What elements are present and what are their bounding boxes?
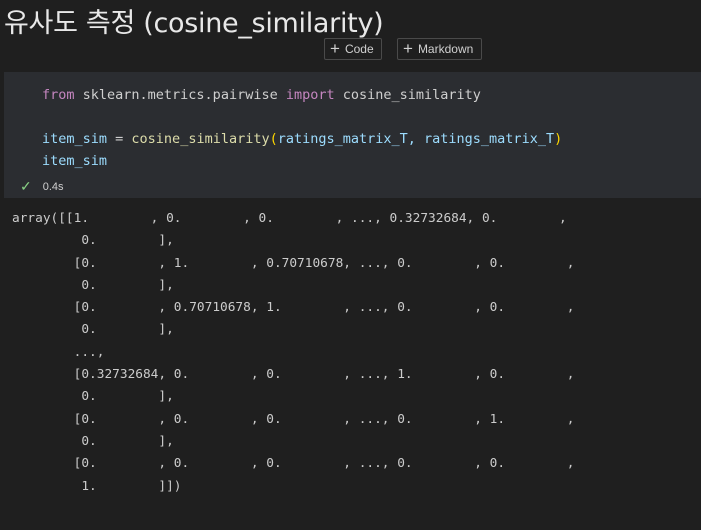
keyword-from: from [42, 87, 75, 103]
imported-name: cosine_similarity [334, 87, 481, 103]
plus-icon: + [403, 39, 413, 58]
keyword-import: import [285, 87, 335, 103]
execution-status: ✓ 0.4s [20, 178, 64, 195]
output-line: [0. , 0.70710678, 1. , ..., 0. , 0. , [12, 300, 575, 316]
function-call: cosine_similarity [131, 131, 270, 147]
code-editor[interactable]: from sklearn.metrics.pairwise import cos… [42, 84, 562, 172]
output-line: 0. ], [12, 433, 174, 449]
code-line-2: item_sim = cosine_similarity(ratings_mat… [42, 128, 562, 150]
code-line-1: from sklearn.metrics.pairwise import cos… [42, 84, 562, 106]
assign-operator: = [107, 131, 132, 147]
execution-duration: 0.4s [42, 180, 64, 193]
output-line: array([[1. , 0. , 0. , ..., 0.32732684, … [12, 211, 567, 226]
open-paren: ( [269, 131, 278, 147]
add-code-label: Code [344, 42, 374, 56]
add-markdown-label: Markdown [417, 42, 474, 56]
variable-item-sim: item_sim [42, 131, 108, 147]
output-line: [0. , 0. , 0. , ..., 0. , 0. , [12, 456, 575, 472]
close-paren: ) [554, 131, 563, 147]
output-line: ..., [12, 344, 105, 360]
add-markdown-cell-button[interactable]: + Markdown [397, 38, 482, 60]
function-args: ratings_matrix_T, ratings_matrix_T [277, 131, 555, 147]
output-line: 0. ], [12, 389, 174, 405]
add-code-cell-button[interactable]: + Code [324, 38, 382, 60]
code-line-3: item_sim [42, 153, 108, 169]
output-line: [0. , 0. , 0. , ..., 0. , 1. , [12, 411, 575, 427]
output-line: 1. ]]) [12, 478, 182, 494]
module-name: sklearn.metrics.pairwise [74, 87, 286, 103]
output-line: 0. ], [12, 233, 174, 249]
cell-output: array([[1. , 0. , 0. , ..., 0.32732684, … [12, 208, 574, 498]
output-line: 0. ], [12, 277, 174, 293]
code-cell[interactable]: from sklearn.metrics.pairwise import cos… [4, 72, 701, 198]
check-icon: ✓ [20, 178, 32, 194]
plus-icon: + [330, 39, 340, 58]
output-line: [0.32732684, 0. , 0. , ..., 1. , 0. , [12, 367, 575, 383]
output-line: [0. , 1. , 0.70710678, ..., 0. , 0. , [12, 255, 575, 271]
output-line: 0. ], [12, 322, 174, 338]
